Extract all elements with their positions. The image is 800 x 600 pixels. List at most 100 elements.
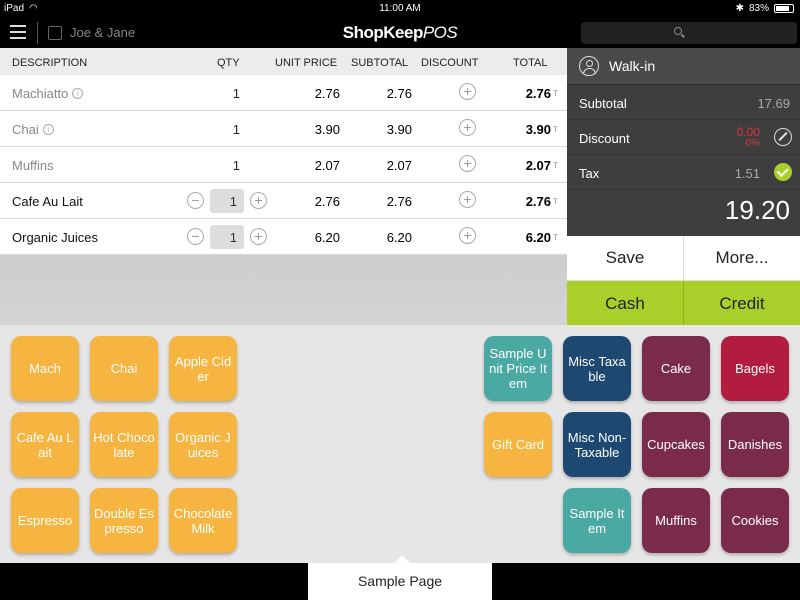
tax-label: Tax — [579, 166, 600, 181]
col-description: DESCRIPTION — [12, 57, 88, 69]
item-subtotal: 2.07 — [386, 158, 412, 173]
bottom-bar: Sample Page — [0, 555, 800, 600]
item-tile-mach[interactable]: Mach — [11, 336, 79, 401]
item-total: 2.76 — [525, 86, 551, 101]
edit-discount-icon[interactable] — [774, 128, 792, 146]
item-subtotal: 6.20 — [386, 230, 412, 245]
item-tile-misc-non-taxable[interactable]: Misc Non-Taxable — [563, 412, 631, 477]
item-tile-cafe-au-lait[interactable]: Cafe Au Lait — [11, 412, 79, 477]
battery-icon — [774, 4, 794, 13]
status-bar: iPad ◠ 11:00 AM ✱ 83% — [0, 0, 800, 18]
col-unit-price: UNIT PRICE — [275, 57, 338, 69]
item-tile-misc-taxable[interactable]: Misc Taxable — [563, 336, 631, 401]
top-bar: Joe & Jane ShopKeepPOS — [0, 18, 800, 48]
col-qty: QTY — [217, 57, 240, 69]
item-description: Machiatto — [12, 86, 69, 101]
quantity-field[interactable]: 1 — [210, 225, 244, 249]
clock: 11:00 AM — [379, 3, 421, 14]
subtotal-row: Subtotal 17.69 — [567, 85, 800, 120]
table-row[interactable]: Organic Juices − 1 + 6.20 6.20 + 6.20 T — [0, 219, 567, 255]
item-tile-gift-card[interactable]: Gift Card — [484, 412, 552, 477]
grand-total: 19.20 — [724, 195, 790, 225]
item-unit-price: 2.07 — [314, 158, 340, 173]
summary-panel: Walk-in Subtotal 17.69 Discount 0.00 0% … — [567, 48, 800, 236]
item-total: 6.20 — [525, 230, 551, 245]
tax-mark: T — [553, 89, 558, 98]
item-description: Chai — [12, 122, 39, 137]
item-subtotal: 2.76 — [386, 194, 412, 209]
discount-value: 0.00 — [736, 125, 760, 139]
item-tile-apple-cider[interactable]: Apple Cider — [169, 336, 237, 401]
item-description: Cafe Au Lait — [12, 194, 83, 209]
item-subtotal: 2.76 — [386, 86, 412, 101]
subtotal-label: Subtotal — [579, 96, 627, 111]
item-tile-danishes[interactable]: Danishes — [721, 412, 789, 477]
tab-sample-page[interactable]: Sample Page — [308, 555, 492, 600]
item-unit-price: 6.20 — [314, 230, 340, 245]
discount-label: Discount — [579, 131, 630, 146]
item-description: Muffins — [12, 158, 54, 173]
table-row[interactable]: Chai i 1 3.90 3.90 + 3.90 T — [0, 111, 567, 147]
subtotal-value: 17.69 — [757, 96, 790, 111]
col-total: TOTAL — [513, 57, 548, 69]
tax-row: Tax 1.51 — [567, 155, 800, 190]
table-row[interactable]: Cafe Au Lait − 1 + 2.76 2.76 + 2.76 T — [0, 183, 567, 219]
item-tile-organic-juices[interactable]: Organic Juices — [169, 412, 237, 477]
item-tile-chai[interactable]: Chai — [90, 336, 158, 401]
item-tile-double-espresso[interactable]: Double Espresso — [90, 488, 158, 553]
tax-value: 1.51 — [734, 166, 760, 181]
item-qty: 1 — [232, 122, 240, 137]
discount-row: Discount 0.00 0% — [567, 120, 800, 155]
more-button[interactable]: More... — [684, 236, 800, 280]
item-total: 2.07 — [525, 158, 551, 173]
item-tile-espresso[interactable]: Espresso — [11, 488, 79, 553]
item-tile-cupcakes[interactable]: Cupcakes — [642, 412, 710, 477]
table-row[interactable]: Muffins 1 2.07 2.07 + 2.07 T — [0, 147, 567, 183]
action-row: Save More... — [567, 236, 800, 281]
order-panel: DESCRIPTION QTY UNIT PRICE SUBTOTAL DISC… — [0, 48, 567, 325]
tax-check-icon[interactable] — [774, 163, 792, 181]
col-subtotal: SUBTOTAL — [351, 57, 409, 69]
table-row[interactable]: Machiatto i 1 2.76 2.76 + 2.76 T — [0, 75, 567, 111]
customer-label: Walk-in — [609, 58, 656, 74]
bluetooth-icon: ✱ — [735, 3, 744, 14]
cash-button[interactable]: Cash — [567, 281, 684, 326]
item-unit-price: 3.90 — [314, 122, 340, 137]
item-tile-sample-item[interactable]: Sample Item — [563, 488, 631, 553]
user-icon — [579, 56, 599, 76]
item-tile-cookies[interactable]: Cookies — [721, 488, 789, 553]
save-button[interactable]: Save — [567, 236, 684, 280]
item-unit-price: 2.76 — [314, 194, 340, 209]
tax-mark: T — [553, 125, 558, 134]
item-tile-muffins[interactable]: Muffins — [642, 488, 710, 553]
customer-selector[interactable]: Walk-in — [567, 48, 800, 85]
table-header: DESCRIPTION QTY UNIT PRICE SUBTOTAL DISC… — [0, 48, 567, 75]
item-tile-chocolate-milk[interactable]: Chocolate Milk — [169, 488, 237, 553]
credit-button[interactable]: Credit — [684, 281, 800, 326]
tax-mark: T — [553, 233, 558, 242]
search-icon — [674, 27, 682, 35]
item-tile-hot-chocolate[interactable]: Hot Chocolate — [90, 412, 158, 477]
item-tile-cake[interactable]: Cake — [642, 336, 710, 401]
payment-row: Cash Credit — [567, 281, 800, 326]
item-grid: Mach Chai Apple Cider Cafe Au Lait Hot C… — [0, 325, 800, 563]
decrease-qty-icon[interactable]: − — [187, 228, 204, 245]
decrease-qty-icon[interactable]: − — [187, 192, 204, 209]
item-tile-sample-unit-price-item[interactable]: Sample Unit Price Item — [484, 336, 552, 401]
item-description: Organic Juices — [12, 230, 98, 245]
info-icon[interactable]: i — [72, 88, 84, 99]
battery-percent: 83% — [748, 3, 769, 14]
item-qty: 1 — [232, 158, 240, 173]
item-total: 2.76 — [525, 194, 551, 209]
discount-percent: 0% — [745, 138, 760, 149]
item-tile-bagels[interactable]: Bagels — [721, 336, 789, 401]
col-discount: DISCOUNT — [421, 57, 479, 69]
tax-mark: T — [553, 161, 558, 170]
item-subtotal: 3.90 — [386, 122, 412, 137]
search-input[interactable] — [581, 22, 797, 44]
item-total: 3.90 — [525, 122, 551, 137]
info-icon[interactable]: i — [42, 124, 54, 135]
tax-mark: T — [553, 197, 558, 206]
quantity-field[interactable]: 1 — [210, 189, 244, 213]
brand-suffix: POS — [422, 23, 458, 42]
